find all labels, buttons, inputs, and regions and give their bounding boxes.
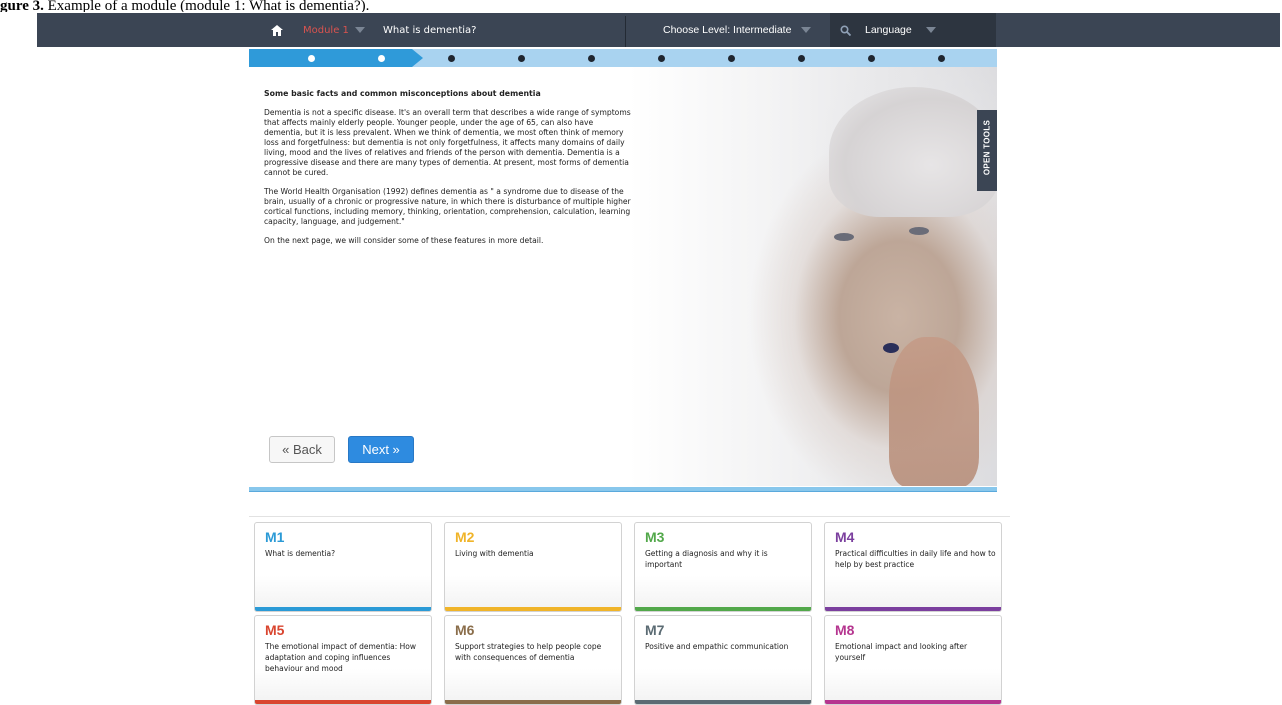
chevron-down-icon — [801, 27, 812, 33]
module-color-bar — [825, 607, 1001, 611]
module-card-m7[interactable]: M7 Positive and empathic communication — [634, 615, 812, 705]
progress-step-dot[interactable] — [798, 55, 805, 62]
level-label: Choose Level: Intermediate — [663, 24, 792, 36]
module-code: M4 — [835, 529, 855, 545]
section-separator — [249, 516, 1010, 517]
photo-eye-left — [834, 233, 854, 241]
module-color-bar — [825, 700, 1001, 704]
content-paragraph-1: Dementia is not a specific disease. It's… — [264, 108, 631, 177]
content-paragraph-2: The World Health Organisation (1992) def… — [264, 187, 631, 226]
home-icon[interactable] — [267, 13, 287, 47]
photo-eye-right — [909, 227, 929, 235]
photo-hand — [889, 337, 979, 486]
photo-ring — [883, 343, 899, 353]
search-icon[interactable] — [840, 24, 851, 36]
chevron-down-icon — [354, 27, 365, 33]
module-selector[interactable]: Module 1 — [303, 13, 365, 47]
module-color-bar — [445, 700, 621, 704]
progress-step-dot[interactable] — [448, 55, 455, 62]
module-title: Living with dementia — [455, 549, 534, 558]
progress-completed-fill — [249, 49, 412, 67]
module-color-bar — [635, 607, 811, 611]
module-label: Module 1 — [303, 24, 349, 36]
module-code: M6 — [455, 622, 475, 638]
content-heading: Some basic facts and common misconceptio… — [264, 89, 541, 98]
chevron-down-icon — [925, 27, 936, 33]
module-card-m1[interactable]: M1 What is dementia? — [254, 522, 432, 612]
module-color-bar — [255, 607, 431, 611]
level-selector[interactable]: Choose Level: Intermediate — [663, 13, 812, 47]
module-title: What is dementia? — [265, 549, 336, 558]
module-code: M2 — [455, 529, 475, 545]
module-card-m2[interactable]: M2 Living with dementia — [444, 522, 622, 612]
module-code: M5 — [265, 622, 285, 638]
module-title: Practical difficulties in daily life and… — [835, 549, 996, 569]
module-title: The emotional impact of dementia: How ad… — [265, 642, 417, 673]
open-tools-label: OPEN TOOLS — [982, 119, 992, 176]
progress-step-dot[interactable] — [378, 55, 385, 62]
progress-step-dot[interactable] — [588, 55, 595, 62]
content-paragraph-3: On the next page, we will consider some … — [264, 236, 544, 245]
module-text: Some basic facts and common misconceptio… — [264, 89, 634, 255]
panel-bottom-border — [249, 487, 997, 492]
module-card-m5[interactable]: M5 The emotional impact of dementia: How … — [254, 615, 432, 705]
module-title: Support strategies to help people cope w… — [455, 642, 602, 662]
elderly-woman-photo — [629, 67, 997, 486]
progress-step-dot[interactable] — [728, 55, 735, 62]
module-code: M3 — [645, 529, 665, 545]
progress-step-dot[interactable] — [658, 55, 665, 62]
module-card-m6[interactable]: M6 Support strategies to help people cope… — [444, 615, 622, 705]
next-button[interactable]: Next » — [348, 436, 414, 463]
progress-step-dot[interactable] — [868, 55, 875, 62]
progress-step-dot[interactable] — [518, 55, 525, 62]
language-label: Language — [865, 24, 912, 36]
page-title: What is dementia? — [383, 24, 477, 36]
module-code: M1 — [265, 529, 285, 545]
module-code: M7 — [645, 622, 665, 638]
open-tools-tab[interactable]: OPEN TOOLS — [977, 110, 997, 191]
module-card-m3[interactable]: M3 Getting a diagnosis and why it is impo… — [634, 522, 812, 612]
module-title: Emotional impact and looking after yours… — [835, 642, 968, 662]
caption-prefix: gure 3. — [0, 0, 44, 12]
figure-caption: gure 3. Example of a module (module 1: W… — [0, 0, 369, 12]
caption-text: Example of a module (module 1: What is d… — [43, 0, 370, 12]
progress-step-dot[interactable] — [308, 55, 315, 62]
module-card-m8[interactable]: M8 Emotional impact and looking after you… — [824, 615, 1002, 705]
progress-step-dot[interactable] — [938, 55, 945, 62]
module-code: M8 — [835, 622, 855, 638]
content-panel: Some basic facts and common misconceptio… — [249, 67, 997, 486]
module-title: Getting a diagnosis and why it is import… — [645, 549, 768, 569]
module-title: Positive and empathic communication — [645, 642, 789, 651]
photo-hair — [829, 87, 997, 217]
language-selector[interactable]: Language — [840, 13, 936, 47]
module-color-bar — [445, 607, 621, 611]
top-navigation-bar: Module 1 What is dementia? Choose Level:… — [37, 13, 1280, 47]
module-progress-bar — [249, 49, 997, 67]
module-color-bar — [635, 700, 811, 704]
progress-arrow — [412, 49, 423, 67]
module-card-m4[interactable]: M4 Practical difficulties in daily life a… — [824, 522, 1002, 612]
back-button[interactable]: « Back — [269, 436, 335, 463]
module-color-bar — [255, 700, 431, 704]
toolbar-divider — [625, 16, 626, 47]
